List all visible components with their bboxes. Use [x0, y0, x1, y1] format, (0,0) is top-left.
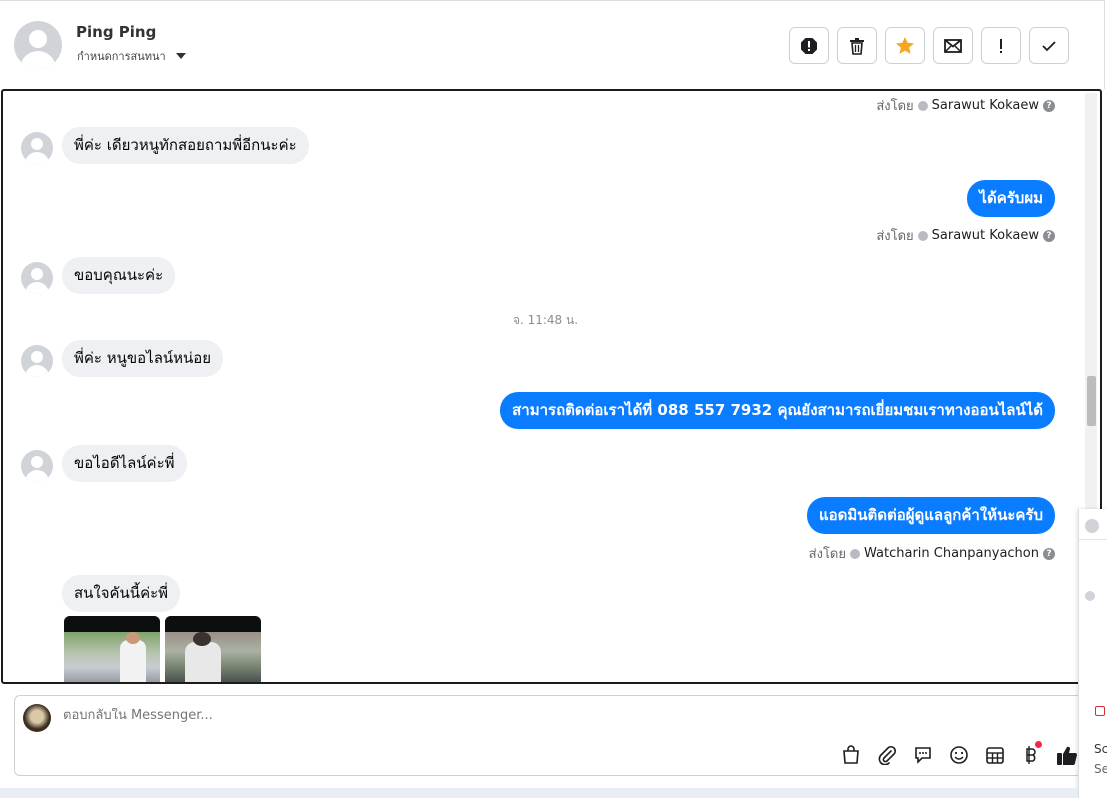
conversation-header: Ping Ping กำหนดการสนทนา: [0, 0, 1105, 89]
sender-avatar[interactable]: [21, 345, 53, 377]
sender-avatar[interactable]: [21, 450, 53, 482]
payment-button[interactable]: [1019, 741, 1043, 767]
sent-by-meta: ส่งโดย Sarawut Kokaew ?: [876, 225, 1055, 246]
like-button[interactable]: [1055, 743, 1079, 767]
outgoing-message[interactable]: แอดมินติดต่อผู้ดูแลลูกค้าให้นะครับ: [806, 497, 1055, 534]
emoji-icon: [950, 746, 968, 764]
mark-important-button[interactable]: [981, 27, 1021, 64]
mark-unread-button[interactable]: [933, 27, 973, 64]
sent-by-label: ส่งโดย: [808, 547, 846, 562]
sender-avatar[interactable]: [21, 132, 53, 164]
exclamation-octagon-icon: [801, 37, 817, 54]
saved-replies-button[interactable]: [911, 743, 935, 767]
sent-by-label: ส่งโดย: [876, 99, 914, 114]
widget-avatar: [1085, 591, 1095, 601]
incoming-message[interactable]: พี่ค่ะ หนูขอไลน์หน่อย: [62, 340, 224, 377]
checkmark-icon: [1042, 40, 1056, 51]
saved-replies-icon: [915, 747, 931, 764]
caret-down-icon: [175, 53, 186, 59]
reply-composer: [14, 695, 1094, 776]
report-spam-button[interactable]: [789, 27, 829, 64]
message-thread[interactable]: ส่งโดย Sarawut Kokaew ? พี่ค่ะ เดียวหนูท…: [1, 89, 1102, 684]
sent-by-meta: ส่งโดย Sarawut Kokaew ?: [876, 95, 1055, 116]
sender-name[interactable]: Sarawut Kokaew: [932, 228, 1039, 243]
sender-name[interactable]: Watcharin Chanpanyachon: [864, 546, 1039, 561]
emoji-button[interactable]: [947, 743, 971, 767]
shop-button[interactable]: [839, 743, 863, 767]
contact-name[interactable]: Ping Ping: [76, 23, 156, 41]
sender-avatar[interactable]: [21, 262, 53, 294]
trash-icon: [850, 37, 864, 55]
sender-verified-icon: [917, 230, 928, 241]
widget-text: Sc: [1094, 742, 1107, 756]
widget-icon: [1095, 706, 1105, 716]
help-icon[interactable]: ?: [1043, 99, 1055, 112]
star-icon: [896, 37, 914, 54]
page-avatar: [23, 704, 51, 732]
image-attachment[interactable]: [64, 616, 160, 682]
attach-button[interactable]: [875, 743, 899, 767]
incoming-message[interactable]: พี่ค่ะ เดียวหนูทักสอยถามพี่อีกนะค่ะ: [62, 127, 309, 164]
outgoing-message[interactable]: ได้ครับผม: [967, 180, 1055, 217]
thumbs-up-icon: [1057, 746, 1077, 765]
incoming-message[interactable]: ขอไอดีไลน์ค่ะพี่: [62, 445, 187, 482]
sender-verified-icon: [917, 100, 928, 111]
scrollbar-thumb[interactable]: [1087, 376, 1096, 426]
sender-verified-icon: [850, 548, 860, 559]
sender-name[interactable]: Sarawut Kokaew: [932, 98, 1039, 113]
table-icon: [986, 747, 1004, 764]
page-bottom-bar: [0, 788, 1078, 798]
incoming-message[interactable]: สนใจคันนี้ค่ะพี่: [62, 575, 181, 612]
mark-done-button[interactable]: [1029, 27, 1069, 64]
widget-subtext: Se: [1094, 762, 1107, 776]
conversation-settings-dropdown[interactable]: กำหนดการสนทนา: [77, 47, 186, 65]
paperclip-icon: [878, 745, 897, 765]
envelope-icon: [944, 38, 962, 53]
appointment-button[interactable]: [983, 743, 1007, 767]
sent-by-label: ส่งโดย: [876, 229, 914, 244]
bag-icon: [843, 745, 859, 764]
image-attachment[interactable]: [165, 616, 261, 682]
star-button[interactable]: [885, 27, 925, 64]
contact-avatar[interactable]: [14, 21, 62, 69]
sent-by-meta: ส่งโดย Watcharin Chanpanyachon ?: [809, 543, 1055, 564]
help-icon[interactable]: ?: [1043, 229, 1055, 242]
incoming-message[interactable]: ขอบคุณนะค่ะ: [62, 257, 176, 294]
widget-avatar: [1085, 519, 1099, 533]
reply-input[interactable]: [63, 708, 963, 723]
timestamp-divider: จ. 11:48 น.: [512, 313, 579, 327]
notification-dot: [1035, 741, 1042, 748]
side-chat-widget[interactable]: Sc Se: [1078, 509, 1107, 798]
exclamation-icon: [1000, 38, 1002, 53]
baht-icon: [1026, 746, 1036, 764]
help-icon[interactable]: ?: [1043, 547, 1055, 560]
messenger-inbox: Ping Ping กำหนดการสนทนา ส่งโดย Sarawut K…: [0, 0, 1107, 798]
outgoing-message[interactable]: สามารถติดต่อเราได้ที่ 088 557 7932 คุณยั…: [500, 392, 1055, 429]
conversation-settings-label: กำหนดการสนทนา: [77, 50, 166, 63]
delete-button[interactable]: [837, 27, 877, 64]
